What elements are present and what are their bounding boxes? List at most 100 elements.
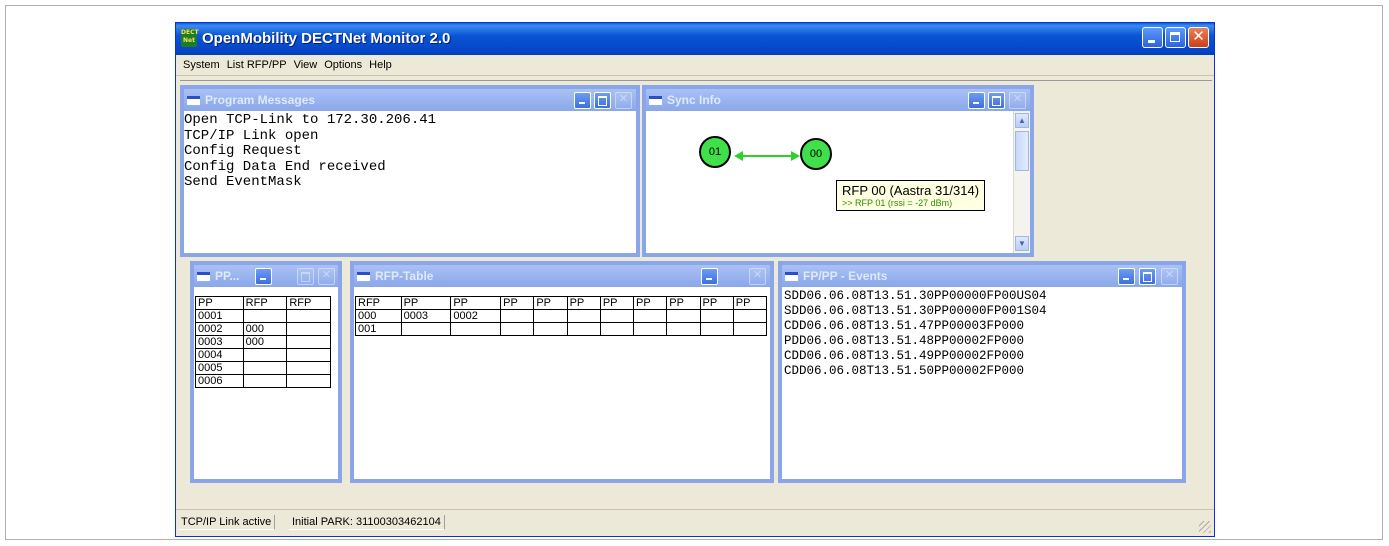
pp-table-window[interactable]: PP... ✕ PP RFP RFP 0001 0002 000 0003 000 … — [190, 261, 342, 483]
table-row[interactable]: 0005 — [195, 361, 331, 375]
minimize-icon — [706, 278, 712, 280]
pp-table-maximize-button[interactable] — [297, 268, 314, 285]
table-cell: 001 — [355, 322, 402, 336]
close-icon: ✕ — [1012, 92, 1023, 105]
log-line: Send EventMask — [184, 174, 302, 190]
rfp-node-01[interactable]: 01 — [699, 136, 731, 168]
rfp-table-titlebar[interactable]: RFP-Table ✕ — [354, 265, 770, 287]
scroll-up-icon[interactable]: ▲ — [1015, 113, 1029, 128]
window-icon — [649, 96, 662, 105]
status-link: TCP/IP Link active — [178, 515, 276, 530]
table-cell: 0003 — [195, 335, 244, 349]
resize-grip-icon[interactable] — [1199, 521, 1211, 533]
pp-table-title: PP... — [215, 269, 240, 283]
fp-pp-events-titlebar[interactable]: FP/PP - Events ✕ — [782, 265, 1182, 287]
scroll-down-icon[interactable]: ▼ — [1015, 236, 1029, 251]
sync-info-close-button[interactable]: ✕ — [1009, 92, 1026, 109]
menu-view[interactable]: View — [294, 59, 318, 71]
status-bar: TCP/IP Link active Initial PARK: 3110030… — [176, 509, 1214, 536]
title-bar[interactable]: DECT Net OpenMobility DECTNet Monitor 2.0… — [176, 23, 1214, 55]
sync-info-title: Sync Info — [667, 93, 722, 107]
log-line: Config Request — [184, 143, 302, 159]
table-cell — [666, 322, 701, 336]
maximize-icon — [1143, 272, 1152, 282]
program-messages-title: Program Messages — [205, 93, 316, 107]
column-header[interactable]: PP — [566, 296, 601, 310]
column-header[interactable]: PP — [533, 296, 568, 310]
column-header[interactable]: PP — [732, 296, 768, 310]
minimize-button[interactable] — [1142, 27, 1163, 48]
column-header[interactable]: RFP — [355, 296, 402, 310]
table-cell — [286, 348, 331, 362]
main-window: DECT Net OpenMobility DECTNet Monitor 2.0… — [175, 22, 1215, 537]
program-messages-close-button[interactable]: ✕ — [615, 92, 632, 109]
table-row[interactable]: 0004 — [195, 348, 331, 362]
column-header[interactable]: PP — [633, 296, 668, 310]
program-messages-window[interactable]: Program Messages ✕ Open TCP-Link to 172.… — [180, 85, 640, 257]
sync-info-minimize-button[interactable] — [968, 92, 985, 109]
fp-pp-events-window[interactable]: FP/PP - Events ✕ SDD06.06.08T13.51.30PP0… — [778, 261, 1186, 483]
program-messages-maximize-button[interactable] — [594, 92, 611, 109]
table-cell — [242, 348, 288, 362]
table-cell — [533, 322, 568, 336]
vertical-scrollbar[interactable]: ▲ ▼ — [1013, 111, 1030, 253]
table-cell — [666, 309, 701, 323]
fp-pp-events-log: SDD06.06.08T13.51.30PP00000FP00US04 SDD0… — [782, 287, 1182, 479]
table-cell — [533, 309, 568, 323]
sync-info-maximize-button[interactable] — [988, 92, 1005, 109]
menu-options[interactable]: Options — [324, 59, 362, 71]
table-cell — [566, 309, 601, 323]
fp-pp-events-close-button[interactable]: ✕ — [1161, 268, 1178, 285]
close-button[interactable]: ✕ — [1188, 27, 1209, 48]
column-header[interactable]: PP — [400, 296, 452, 310]
sync-info-titlebar[interactable]: Sync Info ✕ — [646, 89, 1030, 111]
minimize-icon — [579, 102, 585, 104]
column-header[interactable]: PP — [599, 296, 635, 310]
sync-info-window[interactable]: Sync Info ✕ 01 00 RFP 00 (Aastra 31/314)… — [642, 85, 1034, 257]
table-row[interactable]: 001 — [355, 322, 768, 336]
table-row[interactable]: 0003 000 — [195, 335, 331, 349]
table-cell — [286, 309, 331, 323]
table-cell: 0004 — [195, 348, 244, 362]
table-cell: 000 — [242, 322, 288, 336]
program-messages-titlebar[interactable]: Program Messages ✕ — [184, 89, 636, 111]
menu-list-rfp-pp[interactable]: List RFP/PP — [227, 59, 287, 71]
menu-system[interactable]: System — [183, 59, 220, 71]
column-header[interactable]: PP — [699, 296, 734, 310]
close-icon: ✕ — [752, 268, 763, 281]
column-header[interactable]: RFP — [242, 296, 288, 310]
table-cell — [699, 309, 734, 323]
column-header[interactable]: RFP — [286, 296, 331, 310]
table-cell: 000 — [242, 335, 288, 349]
pp-table-close-button[interactable]: ✕ — [318, 268, 335, 285]
rfp-node-00[interactable]: 00 — [800, 138, 832, 170]
tooltip-detail: >> RFP 01 (rssi = -27 dBm) — [842, 198, 953, 208]
table-row[interactable]: 000 0003 0002 — [355, 309, 768, 323]
rfp-table-window[interactable]: RFP-Table ✕ RFP PP PP PP PP PP PP PP PP — [350, 261, 774, 483]
window-icon — [187, 96, 200, 105]
table-row[interactable]: 0001 — [195, 309, 331, 323]
table-row[interactable]: 0006 — [195, 374, 331, 388]
maximize-icon — [598, 96, 607, 106]
maximize-icon — [301, 272, 310, 282]
event-line: SDD06.06.08T13.51.30PP00000FP00US04 — [784, 289, 1047, 303]
program-messages-minimize-button[interactable] — [574, 92, 591, 109]
fp-pp-events-title: FP/PP - Events — [803, 269, 888, 283]
rfp-table-close-button[interactable]: ✕ — [749, 268, 766, 285]
maximize-button[interactable] — [1165, 27, 1186, 48]
menu-help[interactable]: Help — [369, 59, 392, 71]
pp-table-minimize-button[interactable] — [255, 268, 272, 285]
fp-pp-events-minimize-button[interactable] — [1118, 268, 1135, 285]
fp-pp-events-maximize-button[interactable] — [1139, 268, 1156, 285]
table-cell — [500, 309, 535, 323]
table-row[interactable]: 0002 000 — [195, 322, 331, 336]
column-header[interactable]: PP — [666, 296, 701, 310]
column-header[interactable]: PP — [450, 296, 502, 310]
column-header[interactable]: PP — [195, 296, 244, 310]
mdi-client-area: Program Messages ✕ Open TCP-Link to 172.… — [180, 80, 1212, 508]
scroll-thumb[interactable] — [1015, 131, 1029, 171]
column-header[interactable]: PP — [500, 296, 535, 310]
event-line: PDD06.06.08T13.51.48PP00002FP000 — [784, 334, 1025, 348]
pp-table-titlebar[interactable]: PP... ✕ — [194, 265, 338, 287]
rfp-table-minimize-button[interactable] — [701, 268, 718, 285]
